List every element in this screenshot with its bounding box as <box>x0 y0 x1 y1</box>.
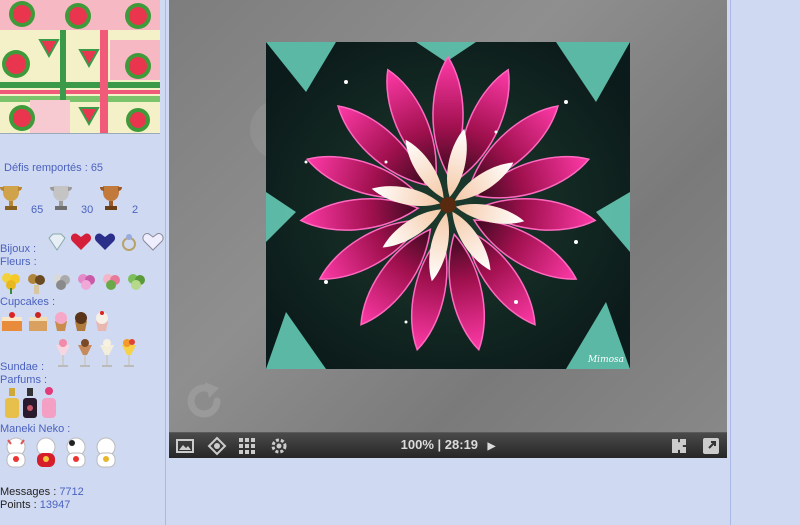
jewels-row <box>46 232 164 252</box>
points-stat: Points : 13947 <box>0 499 70 511</box>
messages-value: 7712 <box>59 486 84 498</box>
elapsed-timer: 28:19 <box>444 437 479 452</box>
kaleidoscope-flower-image <box>266 42 630 369</box>
points-label: Points : <box>0 499 37 511</box>
black-perfume-gift-icon[interactable] <box>22 386 38 420</box>
readout-separator: | <box>437 437 442 452</box>
status-readout: 100% | 28:19 ▶ <box>169 437 727 452</box>
artist-signature: Mimosa <box>587 355 624 365</box>
maneki-row <box>2 435 120 469</box>
flowers-row <box>0 270 148 294</box>
white-flower-gift-icon[interactable] <box>50 270 73 294</box>
rose-gift-icon[interactable] <box>100 270 123 294</box>
profile-sidebar: Défis remportés : 65 65 30 2 Bijoux : Fl… <box>0 0 166 525</box>
challenges-won: Défis remportés : 65 <box>4 162 103 174</box>
cupcakes-label: Cupcakes : <box>0 296 56 308</box>
calico-lucky-cat-gift-icon[interactable] <box>62 435 90 469</box>
cream-cupcake-gift-icon[interactable] <box>92 309 112 333</box>
bronze-trophy-icon <box>100 186 122 210</box>
ruby-heart-gift-icon[interactable] <box>70 232 92 252</box>
green-flower-gift-icon[interactable] <box>125 270 148 294</box>
challenges-label: Défis remportés : <box>4 162 88 174</box>
gold-lucky-cat-gift-icon[interactable] <box>92 435 120 469</box>
edge-pieces-icon[interactable] <box>669 436 689 456</box>
pink-cupcake-gift-icon[interactable] <box>52 309 70 333</box>
silver-trophy-icon <box>50 186 72 210</box>
messages-stat: Messages : 7712 <box>0 486 84 498</box>
gold-trophy-count: 65 <box>31 204 44 216</box>
bouquet-gift-icon[interactable] <box>25 270 48 294</box>
points-value: 13947 <box>39 499 71 511</box>
perfumes-label: Parfums : <box>0 374 48 386</box>
strawberry-sundae-gift-icon[interactable] <box>53 337 73 369</box>
chocolate-cupcake-gift-icon[interactable] <box>72 309 90 333</box>
ring-gift-icon[interactable] <box>118 232 140 252</box>
strawberry-cake-gift-icon[interactable] <box>0 309 24 333</box>
challenges-value: 65 <box>90 162 104 174</box>
red-lucky-cat-gift-icon[interactable] <box>32 435 60 469</box>
heart-pendant-gift-icon[interactable] <box>142 232 164 252</box>
puzzle-toolbar: 100% | 28:19 ▶ <box>169 432 727 458</box>
bronze-trophy-count: 2 <box>132 204 139 216</box>
right-margin <box>730 0 800 525</box>
cupcakes-row <box>0 309 112 333</box>
yellow-flower-gift-icon[interactable] <box>0 270 23 294</box>
zoom-level: 100% <box>400 437 434 452</box>
flowers-label: Fleurs : <box>0 256 37 268</box>
puzzle-board[interactable]: Mimosa <box>169 0 727 432</box>
jewels-label: Bijoux : <box>0 243 37 255</box>
chocolate-sundae-gift-icon[interactable] <box>75 337 95 369</box>
white-lucky-cat-gift-icon[interactable] <box>2 435 30 469</box>
watermelon-pattern-avatar <box>0 0 160 133</box>
play-pause-icon[interactable]: ▶ <box>488 441 496 452</box>
diamond-gift-icon[interactable] <box>46 232 68 252</box>
layer-cake-gift-icon[interactable] <box>26 309 50 333</box>
fruit-sundae-gift-icon[interactable] <box>119 337 139 369</box>
pink-flower-gift-icon[interactable] <box>75 270 98 294</box>
vanilla-sundae-gift-icon[interactable] <box>97 337 117 369</box>
messages-label: Messages : <box>0 486 57 498</box>
silver-trophy-count: 30 <box>81 204 94 216</box>
gold-perfume-gift-icon[interactable] <box>4 386 20 420</box>
gold-trophy-icon <box>0 186 22 210</box>
sundae-row <box>53 337 139 369</box>
puzzle-image[interactable]: Mimosa <box>266 42 630 369</box>
perfumes-row <box>4 386 58 420</box>
rotate-icon[interactable] <box>181 378 227 424</box>
sundae-label: Sundae : <box>0 361 45 373</box>
fullscreen-icon[interactable] <box>701 436 721 456</box>
sapphire-heart-gift-icon[interactable] <box>94 232 116 252</box>
user-avatar[interactable] <box>0 0 160 134</box>
pink-perfume-gift-icon[interactable] <box>40 386 58 420</box>
maneki-label: Maneki Neko : <box>0 423 71 435</box>
